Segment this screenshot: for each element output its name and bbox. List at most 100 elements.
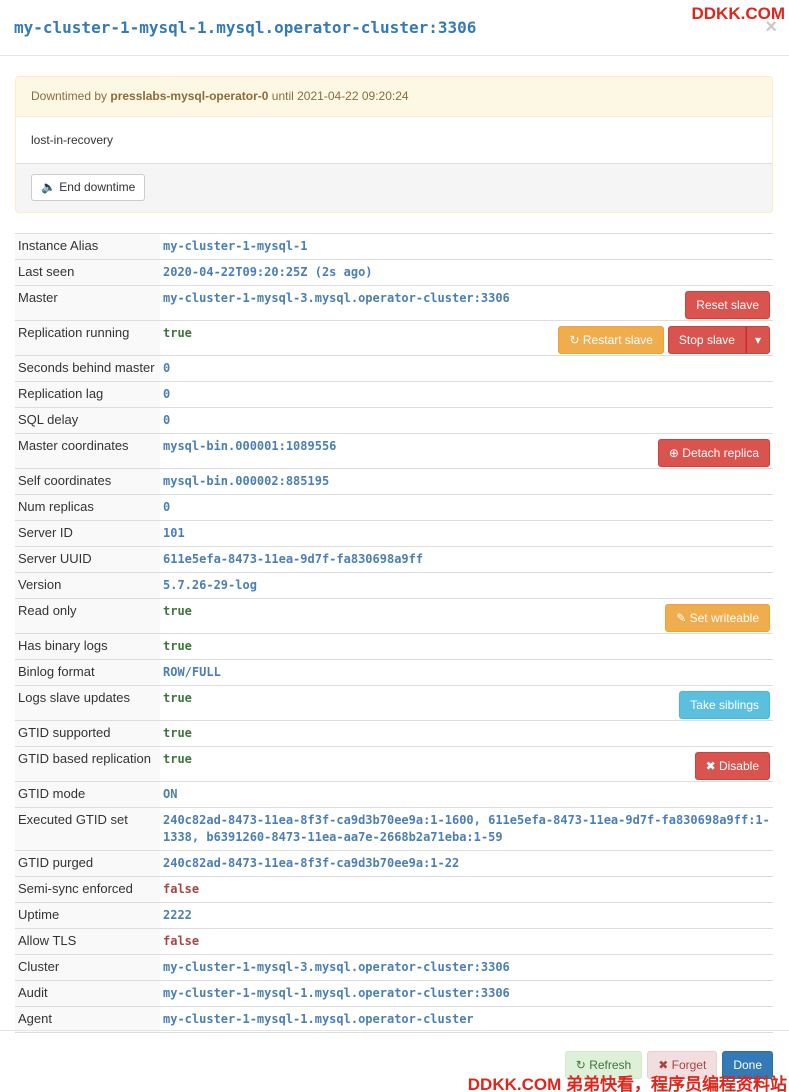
speaker-icon: 🔈	[41, 180, 56, 194]
row-value[interactable]: my-cluster-1-mysql-3.mysql.operator-clus…	[163, 959, 770, 976]
watermark-bottom: DDKK.COM 弟弟快看，程序员编程资料站	[467, 1075, 787, 1092]
row-num-replicas: Num replicas 0	[15, 494, 773, 521]
row-value: 2222	[163, 908, 192, 922]
downtime-panel: Downtimed by presslabs-mysql-operator-0 …	[15, 76, 773, 213]
restart-icon: ↻	[569, 333, 580, 347]
row-key: Server ID	[15, 520, 160, 547]
row-gtid-supported: GTID supported true	[15, 720, 773, 747]
row-key: Seconds behind master	[15, 355, 160, 382]
row-value: 0	[163, 413, 171, 427]
row-value: 2020-04-22T09:20:25Z (2s ago)	[163, 265, 373, 279]
row-master: Master my-cluster-1-mysql-3.mysql.operat…	[15, 285, 773, 321]
row-last-seen: Last seen 2020-04-22T09:20:25Z (2s ago)	[15, 259, 773, 286]
downtime-prefix: Downtimed by	[31, 89, 108, 103]
downtime-heading: Downtimed by presslabs-mysql-operator-0 …	[16, 77, 772, 117]
row-master-coordinates: Master coordinates mysql-bin.000001:1089…	[15, 433, 773, 469]
row-has-binary-logs: Has binary logs true	[15, 633, 773, 660]
row-value[interactable]: my-cluster-1-mysql-1.mysql.operator-clus…	[163, 985, 770, 1002]
row-key: Cluster	[15, 954, 160, 981]
row-replication-lag: Replication lag 0	[15, 381, 773, 408]
row-value: 0	[163, 387, 171, 401]
row-key: Has binary logs	[15, 633, 160, 660]
row-key: GTID supported	[15, 720, 160, 747]
row-server-uuid: Server UUID 611e5efa-8473-11ea-9d7f-fa83…	[15, 546, 773, 573]
take-siblings-button[interactable]: Take siblings	[679, 691, 770, 719]
row-value: 240c82ad-8473-11ea-8f3f-ca9d3b70ee9a:1-2…	[163, 856, 460, 870]
row-key: Instance Alias	[15, 233, 160, 260]
row-value: 240c82ad-8473-11ea-8f3f-ca9d3b70ee9a:1-1…	[163, 813, 770, 844]
row-instance-alias: Instance Alias my-cluster-1-mysql-1	[15, 233, 773, 260]
row-key: Last seen	[15, 259, 160, 286]
row-value: 5.7.26-29-log	[163, 578, 257, 592]
row-semi-sync-enforced: Semi-sync enforced false	[15, 876, 773, 903]
set-writeable-button[interactable]: ✎ Set writeable	[665, 604, 770, 632]
row-value: 101	[163, 526, 185, 540]
row-uptime: Uptime 2222	[15, 902, 773, 929]
row-gtid-mode: GTID mode ON	[15, 781, 773, 808]
row-allow-tls: Allow TLS false	[15, 928, 773, 955]
row-value: true	[163, 726, 192, 740]
row-self-coordinates: Self coordinates mysql-bin.000002:885195	[15, 468, 773, 495]
modal-header: my-cluster-1-mysql-1.mysql.operator-clus…	[0, 0, 789, 56]
row-gtid-based-replication: GTID based replication true ✖ Disable	[15, 746, 773, 782]
row-key: Num replicas	[15, 494, 160, 521]
row-key: GTID mode	[15, 781, 160, 808]
row-key: Master	[15, 285, 160, 321]
row-key: Audit	[15, 980, 160, 1007]
row-key: Server UUID	[15, 546, 160, 573]
row-sql-delay: SQL delay 0	[15, 407, 773, 434]
set-writeable-label: Set writeable	[689, 611, 759, 625]
disable-gtid-button[interactable]: ✖ Disable	[694, 752, 770, 780]
modal-title: my-cluster-1-mysql-1.mysql.operator-clus…	[14, 18, 477, 37]
row-agent: Agent my-cluster-1-mysql-1.mysql.operato…	[15, 1006, 773, 1033]
row-seconds-behind-master: Seconds behind master 0	[15, 355, 773, 382]
restart-slave-button[interactable]: ↻ Restart slave	[558, 326, 664, 354]
stop-slave-dropdown[interactable]: ▾	[745, 326, 770, 354]
row-gtid-purged: GTID purged 240c82ad-8473-11ea-8f3f-ca9d…	[15, 850, 773, 877]
pencil-icon: ✎	[676, 611, 687, 625]
row-key: Logs slave updates	[15, 685, 160, 721]
row-key: GTID purged	[15, 850, 160, 877]
row-key: Executed GTID set	[15, 807, 160, 851]
row-value: 0	[163, 500, 171, 514]
row-read-only: Read only true ✎ Set writeable	[15, 598, 773, 634]
disable-label: Disable	[718, 759, 759, 773]
stop-slave-button[interactable]: Stop slave	[667, 326, 746, 354]
row-replication-running: Replication running true ↻ Restart slave…	[15, 320, 773, 356]
x-icon: ✖	[705, 759, 716, 773]
row-key: Semi-sync enforced	[15, 876, 160, 903]
detach-replica-label: Detach replica	[682, 446, 759, 460]
detach-replica-button[interactable]: ⊕ Detach replica	[657, 439, 770, 467]
row-key: Read only	[15, 598, 160, 634]
row-logs-slave-updates: Logs slave updates true Take siblings	[15, 685, 773, 721]
row-value: my-cluster-1-mysql-1	[163, 239, 308, 253]
row-cluster: Cluster my-cluster-1-mysql-3.mysql.opera…	[15, 954, 773, 981]
row-value: ROW/FULL	[163, 665, 221, 679]
row-value[interactable]: my-cluster-1-mysql-1.mysql.operator-clus…	[163, 1011, 770, 1028]
end-downtime-button[interactable]: 🔈 End downtime	[31, 174, 146, 201]
row-key: Self coordinates	[15, 468, 160, 495]
row-executed-gtid-set: Executed GTID set 240c82ad-8473-11ea-8f3…	[15, 807, 773, 851]
row-server-id: Server ID 101	[15, 520, 773, 547]
row-binlog-format: Binlog format ROW/FULL	[15, 659, 773, 686]
row-value: true	[163, 639, 192, 653]
downtime-owner: presslabs-mysql-operator-0	[110, 89, 269, 103]
row-value[interactable]: my-cluster-1-mysql-3.mysql.operator-clus…	[163, 290, 770, 307]
row-value: false	[163, 934, 200, 948]
row-key: Binlog format	[15, 659, 160, 686]
row-value: 0	[163, 361, 171, 375]
row-key: GTID based replication	[15, 746, 160, 782]
row-key: Replication running	[15, 320, 160, 356]
row-key: Agent	[15, 1006, 160, 1033]
row-key: Version	[15, 572, 160, 599]
row-key: Uptime	[15, 902, 160, 929]
row-version: Version 5.7.26-29-log	[15, 572, 773, 599]
reset-slave-button[interactable]: Reset slave	[685, 291, 770, 319]
watermark-top: DDKK.COM	[691, 4, 786, 23]
caret-down-icon: ▾	[754, 333, 761, 347]
row-value: ON	[163, 787, 178, 801]
row-value: mysql-bin.000002:885195	[163, 474, 330, 488]
row-value: 611e5efa-8473-11ea-9d7f-fa830698a9ff	[163, 552, 424, 566]
downtime-footer: 🔈 End downtime	[16, 164, 772, 211]
restart-slave-label: Restart slave	[582, 333, 653, 347]
